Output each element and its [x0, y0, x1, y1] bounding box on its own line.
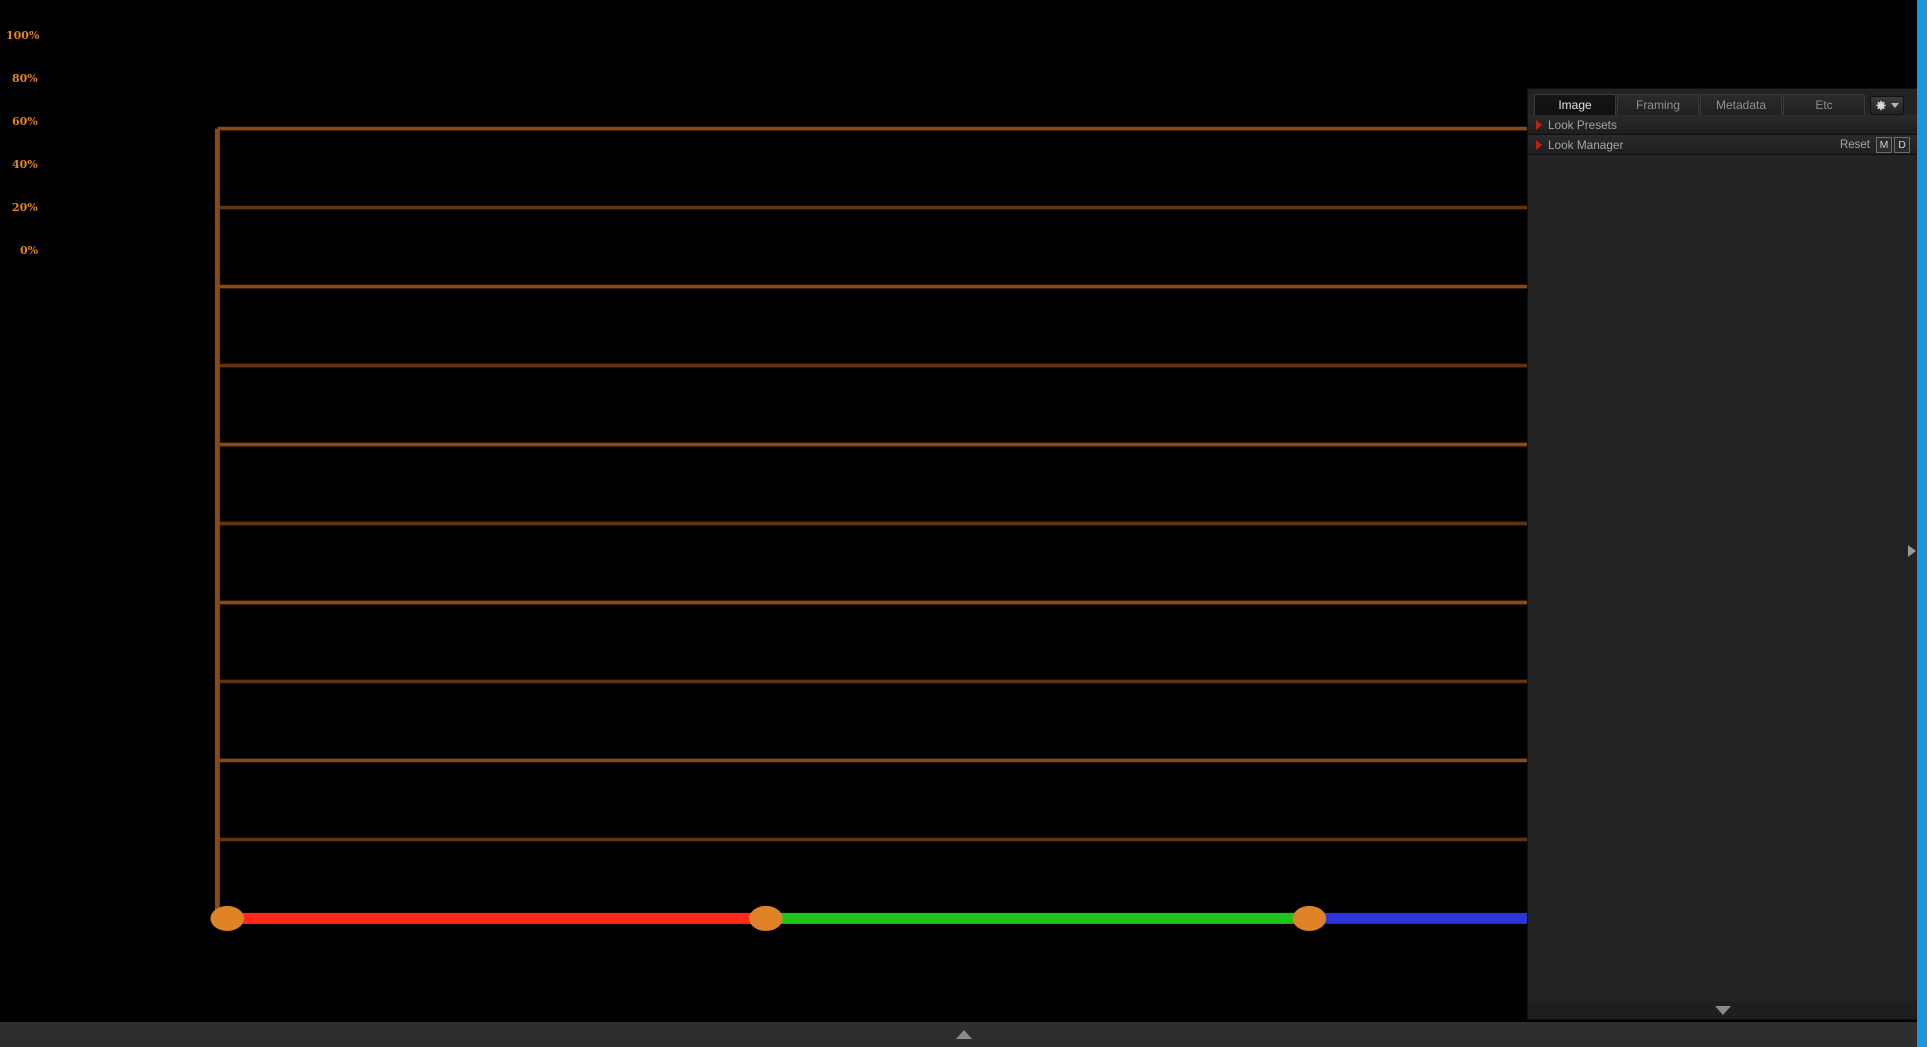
tab-framing[interactable]: Framing [1617, 94, 1699, 115]
scope-ytick-80: 80% [12, 72, 38, 85]
timeline-collapse-strip[interactable] [0, 1022, 1927, 1047]
desktop-background-edge [1917, 0, 1927, 1047]
inspector-collapse-handle[interactable] [1528, 1001, 1918, 1019]
inspector-sections: Look Presets Look Manager Reset M D [1528, 115, 1918, 155]
inspector-panel: Image Framing Metadata Etc Look Presets … [1527, 88, 1919, 1020]
scope-ytick-20: 20% [12, 201, 38, 214]
triangle-right-icon [1536, 139, 1542, 150]
collapse-up-icon[interactable] [955, 1030, 972, 1039]
rgb-parade-scope[interactable]: 100% 80% 60% 40% 20% 0% [0, 0, 1927, 1047]
scope-ytick-100: 100% [6, 29, 40, 42]
look-presets-label: Look Presets [1548, 117, 1617, 132]
tab-etc[interactable]: Etc [1783, 94, 1865, 115]
scope-ytick-60: 60% [12, 115, 38, 128]
inspector-tab-bar: Image Framing Metadata Etc [1528, 91, 1918, 115]
gear-icon [1875, 100, 1887, 112]
tab-metadata[interactable]: Metadata [1700, 94, 1782, 115]
reset-button[interactable]: Reset [1840, 139, 1870, 151]
look-toggle-m-button[interactable]: M [1876, 136, 1892, 153]
inspector-gear-button[interactable] [1870, 96, 1904, 115]
look-toggle-d-button[interactable]: D [1894, 136, 1910, 153]
triangle-right-icon [1536, 119, 1542, 130]
scope-ytick-0: 0% [20, 244, 39, 257]
application-window: REDCINE-X PROFESSIONAL - Build 60.3.11 F… [0, 0, 1927, 1047]
scope-ytick-40: 40% [12, 158, 38, 171]
chevron-down-icon [1891, 103, 1899, 108]
collapse-down-icon[interactable] [1715, 1005, 1731, 1015]
look-manager-label: Look Manager [1548, 137, 1624, 152]
section-look-presets[interactable]: Look Presets [1528, 115, 1918, 135]
tab-image[interactable]: Image [1534, 94, 1616, 115]
right-dock-collapse-icon[interactable] [1908, 545, 1916, 557]
section-look-manager[interactable]: Look Manager Reset M D [1528, 135, 1918, 155]
